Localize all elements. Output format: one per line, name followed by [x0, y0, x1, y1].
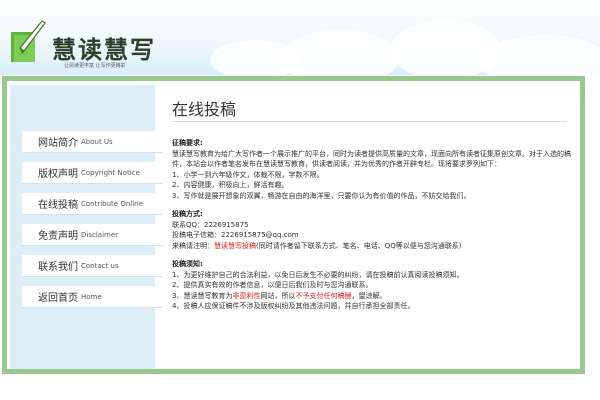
article-body: 征稿要求: 慧读慧写教育为给广大写作者一个展示推广的平台，同时为读者提供高质量的…	[172, 138, 572, 312]
main-content: 在线投稿 征稿要求: 慧读慧写教育为给广大写作者一个展示推广的平台，同时为读者提…	[160, 76, 572, 371]
subject-note: (同时请作者留下联系方式、笔名、电话、QQ等以便与您沟通联系)	[256, 241, 462, 250]
nav-label-en: Contact us	[81, 261, 119, 270]
nav-label-en: Contribute Online	[81, 199, 143, 208]
note-text: 网站，所以	[260, 291, 296, 300]
note-item: 1、为更好维护自己的合法利益，以免日后发生不必要的纠纷，请在投稿前认真阅读投稿须…	[172, 270, 464, 279]
sidebar-item-about[interactable]: 网站简介 About Us	[22, 131, 163, 153]
site-logo-text[interactable]: 慧读慧写	[52, 30, 156, 65]
sidebar-item-contribute[interactable]: 在线投稿 Contribute Online	[22, 193, 163, 215]
site-slogan: 让阅读更丰富 让写作更精彩	[64, 63, 126, 69]
sidebar-item-copyright[interactable]: 版权声明 Copyright Notice	[22, 162, 163, 184]
sidebar-item-disclaimer[interactable]: 免责声明 Disclaimer	[22, 224, 163, 246]
note-item: 4、投稿人应保证稿件不涉及版权纠纷及其他违法问题，并自行承担全部责任。	[172, 302, 415, 310]
nav-label-en: About Us	[81, 137, 113, 146]
subject-instruction: 来稿请注明：慧读慧写投稿(同时请作者留下联系方式、笔名、电话、QQ等以便与您沟通…	[172, 241, 572, 252]
nav-label-cn: 在线投稿	[38, 200, 78, 211]
site-header: 慧读慧写 让阅读更丰富 让写作更精彩	[0, 0, 600, 75]
requirement-item: 3、写作就是展开想象的双翼，畅游在自由的海洋里，只要你认为有价值的作品，不妨交给…	[172, 191, 471, 200]
nav-label-en: Disclaimer	[81, 230, 119, 239]
contact-qq[interactable]: 联系QQ：2226915875	[172, 220, 572, 231]
nav-label-en: Home	[81, 292, 102, 301]
nav-label-cn: 网站简介	[38, 138, 78, 149]
book-pen-logo-icon[interactable]	[8, 18, 46, 64]
requirements-heading: 征稿要求:	[172, 139, 203, 147]
requirement-item: 2、内容健康，积极向上，鲜活有趣。	[172, 181, 289, 189]
nav-label-cn: 免责声明	[38, 231, 78, 242]
nav-label-cn: 返回首页	[38, 293, 78, 304]
note-highlight: 不予支付任何稿酬	[295, 291, 352, 300]
sidebar-item-home[interactable]: 返回首页 Home	[22, 286, 163, 308]
title-divider	[172, 121, 567, 122]
nav-label-cn: 联系我们	[38, 262, 78, 273]
subject-prefix: 来稿请注明：	[172, 241, 214, 250]
nav-label-cn: 版权声明	[38, 169, 78, 180]
note-item: 3、慧读慧写教育为非盈利性网站，所以不予支付任何稿酬，望谅解。	[172, 291, 572, 302]
sidebar-item-contact[interactable]: 联系我们 Contact us	[22, 255, 163, 277]
cloud-decoration	[280, 30, 400, 75]
requirement-item: 1、小学一到六年级作文，体裁不限，字数不限。	[172, 170, 324, 179]
contact-email[interactable]: 投稿电子信箱：2226915875@qq.com	[172, 230, 572, 241]
methods-heading: 投稿方式:	[172, 210, 203, 218]
notes-heading: 投稿须知:	[172, 260, 203, 268]
page-title: 在线投稿	[172, 100, 237, 119]
note-highlight: 非盈利性	[232, 291, 261, 300]
note-text: 3、慧读慧写教育为	[172, 291, 233, 300]
note-item: 2、提供真实有效的作者信息，以便日后我们及时与您沟通联系。	[172, 281, 373, 289]
note-text: ，望谅解。	[351, 291, 387, 300]
nav-label-en: Copyright Notice	[81, 168, 140, 177]
subject-keyword: 慧读慧写投稿	[214, 241, 256, 250]
requirements-intro: 慧读慧写教育为给广大写作者一个展示推广的平台，同时为读者提供高质量的文章，现面向…	[172, 149, 571, 169]
